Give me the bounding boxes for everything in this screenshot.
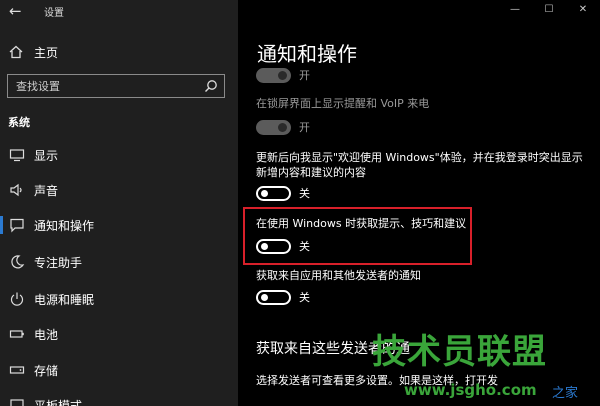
sidebar-item-label: 存储 [34,363,59,378]
back-arrow-icon[interactable]: ← [9,2,22,20]
toggle-state-label: 开 [299,69,310,82]
titlebar: ← 设置 [0,0,238,22]
toggle-state-label: 关 [299,291,310,304]
setting-0-row: 开 [256,67,310,83]
storage-icon [9,366,25,374]
home-label: 主页 [34,45,59,60]
sidebar-item-notifications[interactable]: 通知和操作 [0,208,238,242]
search-input[interactable] [8,75,198,97]
tablet-icon [10,399,24,406]
sidebar-item-focus-assist[interactable]: 专注助手 [0,245,238,279]
minimize-button[interactable]: — [498,0,532,18]
setting-0-toggle[interactable] [256,67,291,83]
notification-icon [10,218,24,233]
sidebar-item-sound[interactable]: 声音 [0,173,238,207]
maximize-button[interactable]: ☐ [532,0,566,18]
home-nav-item[interactable]: 主页 [8,42,58,62]
watermark-url: www.jsgho.com [404,381,537,399]
home-icon [9,45,23,59]
welcome-experience-toggle[interactable] [256,185,291,201]
sidebar-item-storage[interactable]: 存储 [0,353,238,387]
sidebar-item-label: 电源和睡眠 [34,292,95,307]
window-controls: — ☐ ✕ [498,0,600,18]
watermark-tail: 之家 [552,386,579,401]
setting-lock-screen-calls-text: 在锁屏界面上显示提醒和 VoIP 来电 [256,97,430,110]
display-icon [9,149,25,162]
setting-1-row: 开 [256,119,310,135]
watermark-brand: 技术员联盟 [372,332,547,372]
sidebar-item-battery[interactable]: 电池 [0,317,238,351]
moon-icon [11,255,25,269]
search-box[interactable] [7,74,225,98]
sidebar-item-label: 声音 [34,183,59,198]
lock-screen-calls-toggle[interactable] [256,119,291,135]
toggle-state-label: 关 [299,187,310,200]
sidebar-item-label: 平板模式 [34,398,83,406]
close-button[interactable]: ✕ [566,0,600,18]
search-icon[interactable] [204,79,218,93]
settings-sidebar: ← 设置 主页 系统 显示 声音 通知和操作 [0,0,238,406]
sidebar-item-label: 专注助手 [34,255,83,270]
setting-4-row: 关 [256,289,310,305]
app-notifications-toggle[interactable] [256,289,291,305]
setting-welcome-experience-text: 更新后向我显示"欢迎使用 Windows"体验，并在我登录时突出显示新增内容和建… [256,151,583,179]
setting-app-notifications-text: 获取来自应用和其他发送者的通知 [256,269,421,282]
page-title: 通知和操作 [257,42,357,66]
power-icon [10,292,24,306]
toggle-state-label: 开 [299,121,310,134]
highlight-box [243,207,472,265]
setting-2-row: 关 [256,185,310,201]
battery-icon [9,330,24,338]
section-label-system: 系统 [8,116,30,129]
sidebar-item-label: 显示 [34,148,59,163]
speaker-icon [10,183,22,197]
app-title: 设置 [44,8,64,19]
sidebar-item-label: 通知和操作 [34,218,95,233]
sidebar-item-tablet-mode[interactable]: 平板模式 [0,388,238,406]
sidebar-item-display[interactable]: 显示 [0,138,238,172]
sidebar-item-power-sleep[interactable]: 电源和睡眠 [0,282,238,316]
sidebar-item-label: 电池 [34,327,59,342]
